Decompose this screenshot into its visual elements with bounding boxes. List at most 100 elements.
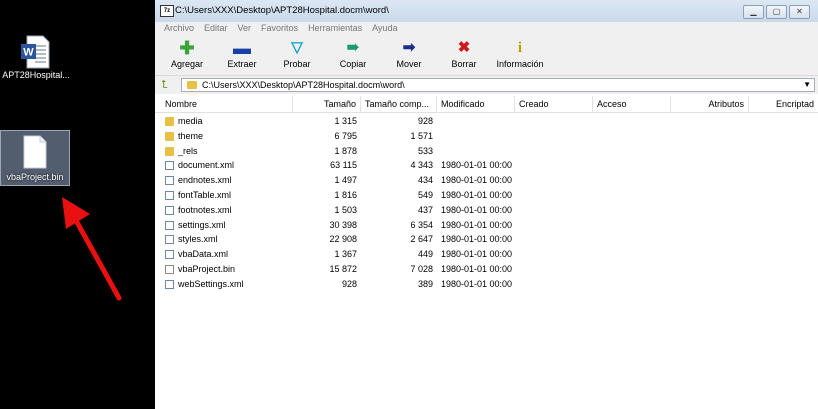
file-name: footnotes.xml <box>178 204 232 215</box>
file-size: 6 795 <box>334 130 357 141</box>
extract-button-label: Extraer <box>227 59 257 69</box>
file-row[interactable]: styles.xml 22 908 2 647 1980-01-01 00:00 <box>155 232 818 247</box>
close-button[interactable]: ✕ <box>789 5 810 19</box>
info-button[interactable]: i Información <box>492 37 548 73</box>
file-icon <box>165 161 174 171</box>
column-packed-size[interactable]: Tamaño comp... <box>361 96 437 112</box>
desktop: W APT28Hospital... vbaProject.bin <box>0 0 155 409</box>
test-button-label: Probar <box>283 59 311 69</box>
file-name: fontTable.xml <box>178 190 232 200</box>
file-packed-size: 6 354 <box>410 219 433 230</box>
file-modified: 1980-01-01 00:00 <box>441 219 513 230</box>
file-modified: 1980-01-01 00:00 <box>441 190 513 200</box>
file-icon <box>165 279 174 289</box>
file-row[interactable]: media 1 315 928 <box>155 114 818 129</box>
copy-button-label: Copiar <box>339 59 367 69</box>
title-bar: 7z C:\Users\XXX\Desktop\APT28Hospital.do… <box>155 0 818 22</box>
folder-icon <box>165 117 174 126</box>
add-button[interactable]: ✚ Agregar <box>162 37 212 73</box>
plus-icon: ✚ <box>179 38 195 58</box>
column-name[interactable]: Nombre <box>161 96 293 112</box>
column-encrypted[interactable]: Encriptad <box>749 96 818 112</box>
file-size: 1 503 <box>334 204 357 215</box>
minimize-button[interactable]: ▁ <box>743 5 764 19</box>
x-icon: ✖ <box>457 39 471 56</box>
file-row[interactable]: webSettings.xml 928 389 1980-01-01 00:00 <box>155 277 818 292</box>
column-created[interactable]: Creado <box>515 96 593 112</box>
file-size: 63 115 <box>330 160 357 171</box>
address-input[interactable]: C:\Users\XXX\Desktop\APT28Hospital.docm\… <box>181 78 815 92</box>
file-packed-size: 449 <box>417 249 433 260</box>
extract-button[interactable]: ▬ Extraer <box>217 37 267 73</box>
archive-window: 7z C:\Users\XXX\Desktop\APT28Hospital.do… <box>155 0 818 409</box>
file-name: document.xml <box>178 160 235 171</box>
copy-button[interactable]: ➠ Copiar <box>328 37 378 73</box>
info-button-label: Información <box>496 59 544 69</box>
file-name: vbaData.xml <box>178 249 229 260</box>
file-packed-size: 533 <box>417 145 433 156</box>
menu-bar: Archivo Editar Ver Favoritos Herramientas Ayu… <box>155 22 818 35</box>
file-name: theme <box>178 130 204 141</box>
info-icon: i <box>517 40 523 56</box>
file-row[interactable]: footnotes.xml 1 503 437 1980-01-01 00:00 <box>155 203 818 218</box>
file-icon <box>165 191 174 200</box>
file-packed-size: 389 <box>417 278 433 289</box>
column-size[interactable]: Tamaño <box>293 96 361 112</box>
file-icon <box>165 220 174 230</box>
up-folder-icon[interactable]: ⮤ <box>161 79 168 91</box>
column-attributes[interactable]: Atributos <box>671 96 749 112</box>
file-name: media <box>178 116 203 126</box>
file-size: 1 315 <box>334 116 357 126</box>
file-packed-size: 7 028 <box>410 264 433 274</box>
address-bar: ⮤ C:\Users\XXX\Desktop\APT28Hospital.doc… <box>155 76 818 94</box>
add-button-label: Agregar <box>170 59 204 69</box>
file-modified: 1980-01-01 00:00 <box>441 204 513 215</box>
file-size: 15 872 <box>329 264 357 274</box>
column-modified[interactable]: Modificado <box>437 96 515 112</box>
delete-button[interactable]: ✖ Borrar <box>439 37 489 73</box>
column-accessed[interactable]: Acceso <box>593 96 671 112</box>
menu-archivo[interactable]: Archivo <box>155 22 199 35</box>
file-modified: 1980-01-01 00:00 <box>441 278 513 289</box>
right-arrow-icon: ➡ <box>402 39 416 56</box>
menu-editar[interactable]: Editar <box>199 22 233 35</box>
menu-ayuda[interactable]: Ayuda <box>367 22 402 35</box>
file-row[interactable]: _rels 1 878 533 <box>155 144 818 159</box>
file-size: 928 <box>341 278 357 289</box>
file-size: 1 878 <box>334 145 357 156</box>
file-row[interactable]: vbaProject.bin 15 872 7 028 1980-01-01 00:0… <box>155 262 818 277</box>
menu-herramientas[interactable]: Herramientas <box>303 22 367 35</box>
folder-icon <box>165 146 174 156</box>
file-packed-size: 434 <box>417 175 433 186</box>
maximize-button[interactable]: ▢ <box>766 5 787 19</box>
file-icon <box>165 176 174 186</box>
file-size: 1 816 <box>334 190 357 200</box>
menu-favoritos[interactable]: Favoritos <box>256 22 303 35</box>
file-row[interactable]: vbaData.xml 1 367 449 1980-01-01 00:00 <box>155 247 818 262</box>
move-button[interactable]: ➡ Mover <box>384 37 434 73</box>
dropdown-arrow-icon[interactable]: ▼ <box>803 79 811 91</box>
file-icon <box>165 205 174 215</box>
file-row[interactable]: endnotes.xml 1 497 434 1980-01-01 00:00 <box>155 173 818 188</box>
file-name: settings.xml <box>178 219 226 230</box>
minus-icon: ▬ <box>233 38 251 58</box>
file-modified: 1980-01-01 00:00 <box>441 175 513 186</box>
file-name: endnotes.xml <box>178 175 232 186</box>
delete-button-label: Borrar <box>451 59 477 69</box>
file-row[interactable]: theme 6 795 1 571 <box>155 129 818 144</box>
file-name: vbaProject.bin <box>178 264 236 274</box>
test-button[interactable]: ▽ Probar <box>272 37 322 73</box>
file-row[interactable]: fontTable.xml 1 816 549 1980-01-01 00:00 <box>155 188 818 203</box>
file-modified: 1980-01-01 00:00 <box>441 264 513 274</box>
file-row[interactable]: settings.xml 30 398 6 354 1980-01-01 00:00 <box>155 218 818 233</box>
file-modified: 1980-01-01 00:00 <box>441 249 513 260</box>
menu-ver[interactable]: Ver <box>233 22 257 35</box>
file-row[interactable]: document.xml 63 115 4 343 1980-01-01 00:00 <box>155 158 818 173</box>
move-button-label: Mover <box>396 59 422 69</box>
file-size: 1 497 <box>334 175 357 186</box>
column-header-row: Nombre Tamaño Tamaño comp... Modificado … <box>155 96 818 113</box>
file-packed-size: 549 <box>417 190 433 200</box>
file-packed-size: 1 571 <box>410 130 433 141</box>
file-name: webSettings.xml <box>178 278 244 289</box>
file-packed-size: 437 <box>417 204 433 215</box>
